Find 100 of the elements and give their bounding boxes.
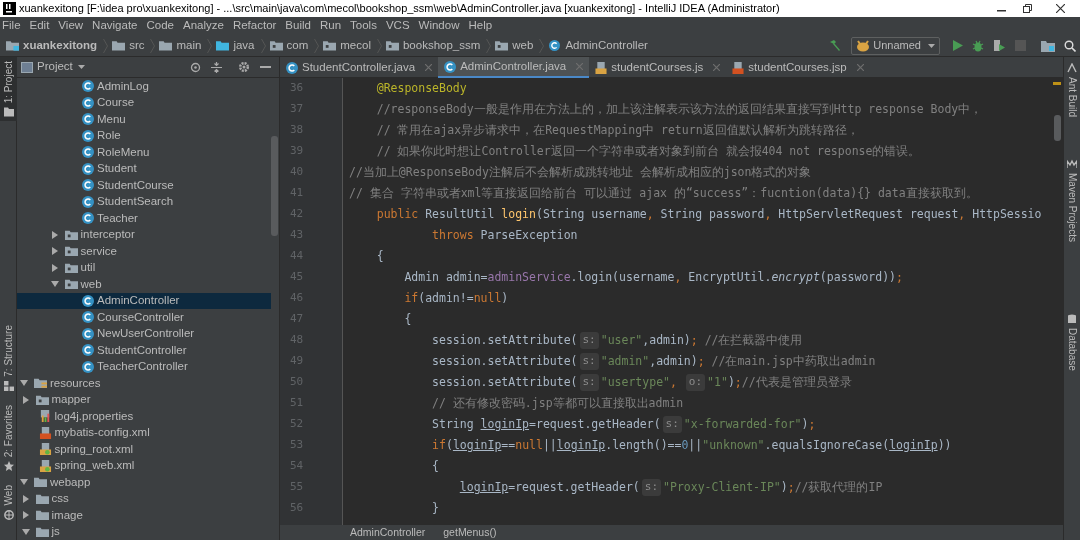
menu-bar-title[interactable]: Tools: [350, 17, 377, 35]
breadcrumb-item[interactable]: java: [233, 36, 255, 55]
tree-item[interactable]: StudentSearch: [17, 193, 271, 210]
tree-item[interactable]: css: [17, 490, 271, 507]
target-icon[interactable]: [190, 61, 201, 73]
tree-item[interactable]: StudentController: [17, 342, 271, 359]
menu-bar-title[interactable]: Navigate: [92, 17, 138, 35]
tree-item[interactable]: interceptor: [17, 226, 271, 243]
properties-file-icon: [38, 410, 52, 423]
tree-item[interactable]: spring_web.xml: [17, 457, 271, 474]
menu-bar-title[interactable]: Build: [285, 17, 311, 35]
folder-icon: [35, 525, 49, 538]
coverage-icon[interactable]: [993, 39, 1006, 52]
breadcrumb-item[interactable]: main: [176, 36, 202, 55]
editor-tab[interactable]: studentCourses.jsp: [726, 57, 870, 78]
tool-window-tab[interactable]: Maven Projects: [1063, 159, 1080, 242]
menu-bar-title[interactable]: Run: [319, 17, 342, 35]
package-folder-icon: [323, 40, 337, 51]
settings-icon[interactable]: [238, 61, 250, 73]
tree-item[interactable]: spring_root.xml: [17, 441, 271, 458]
folder-icon: [35, 509, 49, 522]
tree-item[interactable]: image: [17, 507, 271, 524]
tree-item[interactable]: Course: [17, 94, 271, 111]
scrollbar[interactable]: [271, 136, 278, 236]
tree-item[interactable]: AdminController: [17, 292, 271, 309]
tree-item[interactable]: Role: [17, 127, 271, 144]
collapsed-arrow-icon[interactable]: [21, 511, 30, 520]
breadcrumb-item[interactable]: web: [512, 36, 534, 55]
globe-icon: [3, 509, 14, 520]
class-icon: [82, 344, 94, 357]
expanded-arrow-icon[interactable]: [20, 379, 28, 388]
class-icon: [82, 195, 94, 208]
tree-item[interactable]: util: [17, 259, 271, 276]
breadcrumb-item[interactable]: AdminController: [565, 36, 648, 55]
menu-bar-title[interactable]: File: [2, 17, 21, 35]
breadcrumb-item[interactable]: com: [286, 36, 309, 55]
tree-item[interactable]: Student: [17, 160, 271, 177]
breadcrumb-item[interactable]: AdminController: [350, 524, 426, 540]
collapse-all-icon[interactable]: [211, 61, 222, 73]
code-line: {: [431, 457, 441, 475]
tree-item[interactable]: mybatis-config.xml: [17, 424, 271, 441]
tree-item[interactable]: resources: [17, 375, 271, 392]
tool-window-tab[interactable]: Web: [0, 481, 17, 524]
breadcrumb-item[interactable]: bookshop_ssm: [402, 36, 481, 55]
tool-window-tab[interactable]: Ant Build: [1063, 63, 1080, 118]
tree-item[interactable]: webapp: [17, 474, 271, 491]
tree-item[interactable]: Teacher: [17, 210, 271, 227]
tree-item[interactable]: TeacherController: [17, 358, 271, 375]
menu-bar-title[interactable]: View: [58, 17, 84, 35]
tree-item[interactable]: Menu: [17, 111, 271, 128]
tree-item[interactable]: AdminLog: [17, 78, 271, 95]
tree-item[interactable]: CourseController: [17, 309, 271, 326]
editor-tab[interactable]: StudentController.java: [280, 57, 439, 78]
bug-icon[interactable]: [972, 39, 984, 52]
search-icon[interactable]: [1064, 39, 1076, 52]
collapsed-arrow-icon[interactable]: [50, 230, 59, 239]
hammer-icon[interactable]: [828, 38, 843, 53]
expanded-arrow-icon[interactable]: [21, 527, 30, 536]
tree-item[interactable]: mapper: [17, 391, 271, 408]
tree-item[interactable]: js: [17, 523, 271, 540]
run-icon[interactable]: [953, 40, 963, 51]
menu-bar-title[interactable]: Refactor: [232, 17, 277, 35]
package-folder-icon: [35, 393, 49, 406]
menu-bar-title[interactable]: Code: [146, 17, 174, 35]
expanded-arrow-icon[interactable]: [50, 280, 59, 289]
collapsed-arrow-icon[interactable]: [50, 263, 59, 272]
tool-window-tab[interactable]: 7: Structure: [0, 321, 17, 395]
jsp-file-icon: [732, 61, 745, 74]
menu-bar-title[interactable]: Window: [418, 17, 460, 35]
breadcrumb-item[interactable]: getMenus(): [443, 524, 497, 540]
tree-item[interactable]: NewUserController: [17, 325, 271, 342]
caret-icon: [77, 65, 85, 69]
tree-item[interactable]: log4j.properties: [17, 408, 271, 425]
expanded-arrow-icon[interactable]: [20, 478, 28, 487]
scrollbar[interactable]: [1053, 115, 1061, 141]
collapsed-arrow-icon[interactable]: [50, 247, 59, 256]
collapsed-arrow-icon[interactable]: [21, 395, 30, 404]
tree-item[interactable]: web: [17, 276, 271, 293]
tool-window-tab[interactable]: Database: [1063, 313, 1080, 371]
editor-tab[interactable]: AdminController.java: [438, 57, 590, 78]
tool-window-tab[interactable]: 2: Favorites: [0, 400, 17, 476]
collapsed-arrow-icon[interactable]: [21, 494, 30, 503]
menu-bar-title[interactable]: VCS: [385, 17, 410, 35]
breadcrumb-item[interactable]: src: [129, 36, 145, 55]
breadcrumb-item[interactable]: xuankexitong: [23, 36, 98, 55]
project-view-dropdown[interactable]: Project: [37, 58, 85, 76]
tool-window-tab[interactable]: 1: Project: [0, 57, 17, 122]
window-title: xuankexitong [F:\idea pro\xuankexitong] - ...\src\main\java\com\mecol\bookshop_ssm\web\AdminController.java [xuankexitong] - IntelliJ IDEA (Administrator): [19, 1, 780, 17]
code-line: if(admin!=null): [403, 289, 510, 307]
menu-bar-title[interactable]: Help: [468, 17, 493, 35]
project-structure-icon[interactable]: [1041, 39, 1055, 52]
tree-item[interactable]: service: [17, 243, 271, 260]
menu-bar-title[interactable]: Analyze: [182, 17, 224, 35]
breadcrumb-item[interactable]: mecol: [340, 36, 371, 55]
code-line: public ResultUtil login(String username, String password, HttpServletRequest request, HttpSessio: [375, 205, 1043, 223]
tree-item[interactable]: StudentCourse: [17, 177, 271, 194]
editor-tab[interactable]: studentCourses.js: [589, 57, 727, 78]
run-configuration-dropdown[interactable]: Unnamed: [851, 36, 940, 55]
menu-bar-title[interactable]: Edit: [29, 17, 50, 35]
tree-item[interactable]: RoleMenu: [17, 144, 271, 161]
